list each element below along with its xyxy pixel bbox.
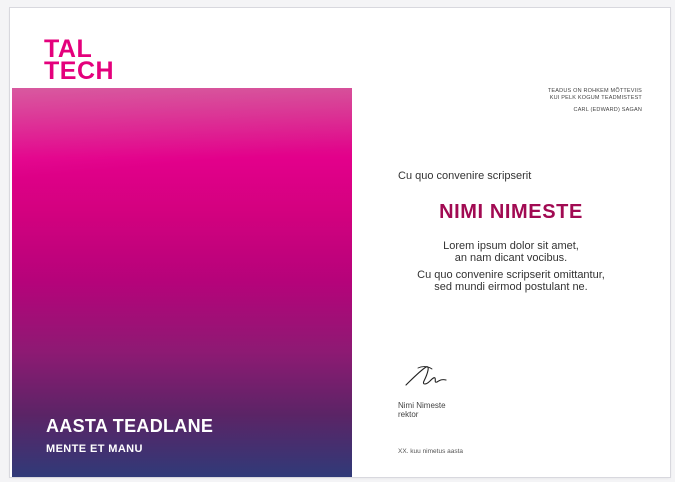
body-line-4: sed mundi eirmod postulant ne. — [434, 281, 588, 293]
signature-icon — [405, 366, 447, 386]
award-motto: MENTE ET MANU — [46, 443, 143, 455]
signatory-title: rektor — [398, 410, 419, 419]
certificate-page: TAL TECH AASTA TEADLANE MENTE ET MANU TE… — [10, 8, 670, 477]
logo-line-2: TECH — [44, 57, 115, 85]
quote-line-2: KUI PELK KOGUM TEADMISTEST — [549, 95, 642, 101]
quote-block: TEADUS ON ROHKEM MÕTTEVIIS KUI PELK KOGU… — [548, 88, 642, 114]
signatory: Nimi Nimeste rektor — [398, 401, 446, 419]
body-text: Lorem ipsum dolor sit amet, an nam dican… — [352, 240, 670, 293]
taltech-logo: TAL TECH — [44, 37, 115, 85]
award-title: AASTA TEADLANE — [46, 416, 214, 436]
quote-line-1: TEADUS ON ROHKEM MÕTTEVIIS — [547, 88, 642, 94]
body-line-3: Cu quo convenire scripserit omittantur, — [417, 269, 605, 281]
signatory-name: Nimi Nimeste — [398, 401, 446, 410]
intro-text: Cu quo convenire scripserit — [398, 170, 532, 182]
date-placeholder: XX. kuu nimetus aasta — [398, 448, 464, 455]
body-line-1: Lorem ipsum dolor sit amet, — [443, 240, 579, 252]
body-line-2: an nam dicant vocibus. — [454, 252, 568, 264]
recipient-name: NIMI NIMESTE — [439, 201, 583, 223]
quote-author: CARL (EDWARD) SAGAN — [573, 107, 642, 113]
